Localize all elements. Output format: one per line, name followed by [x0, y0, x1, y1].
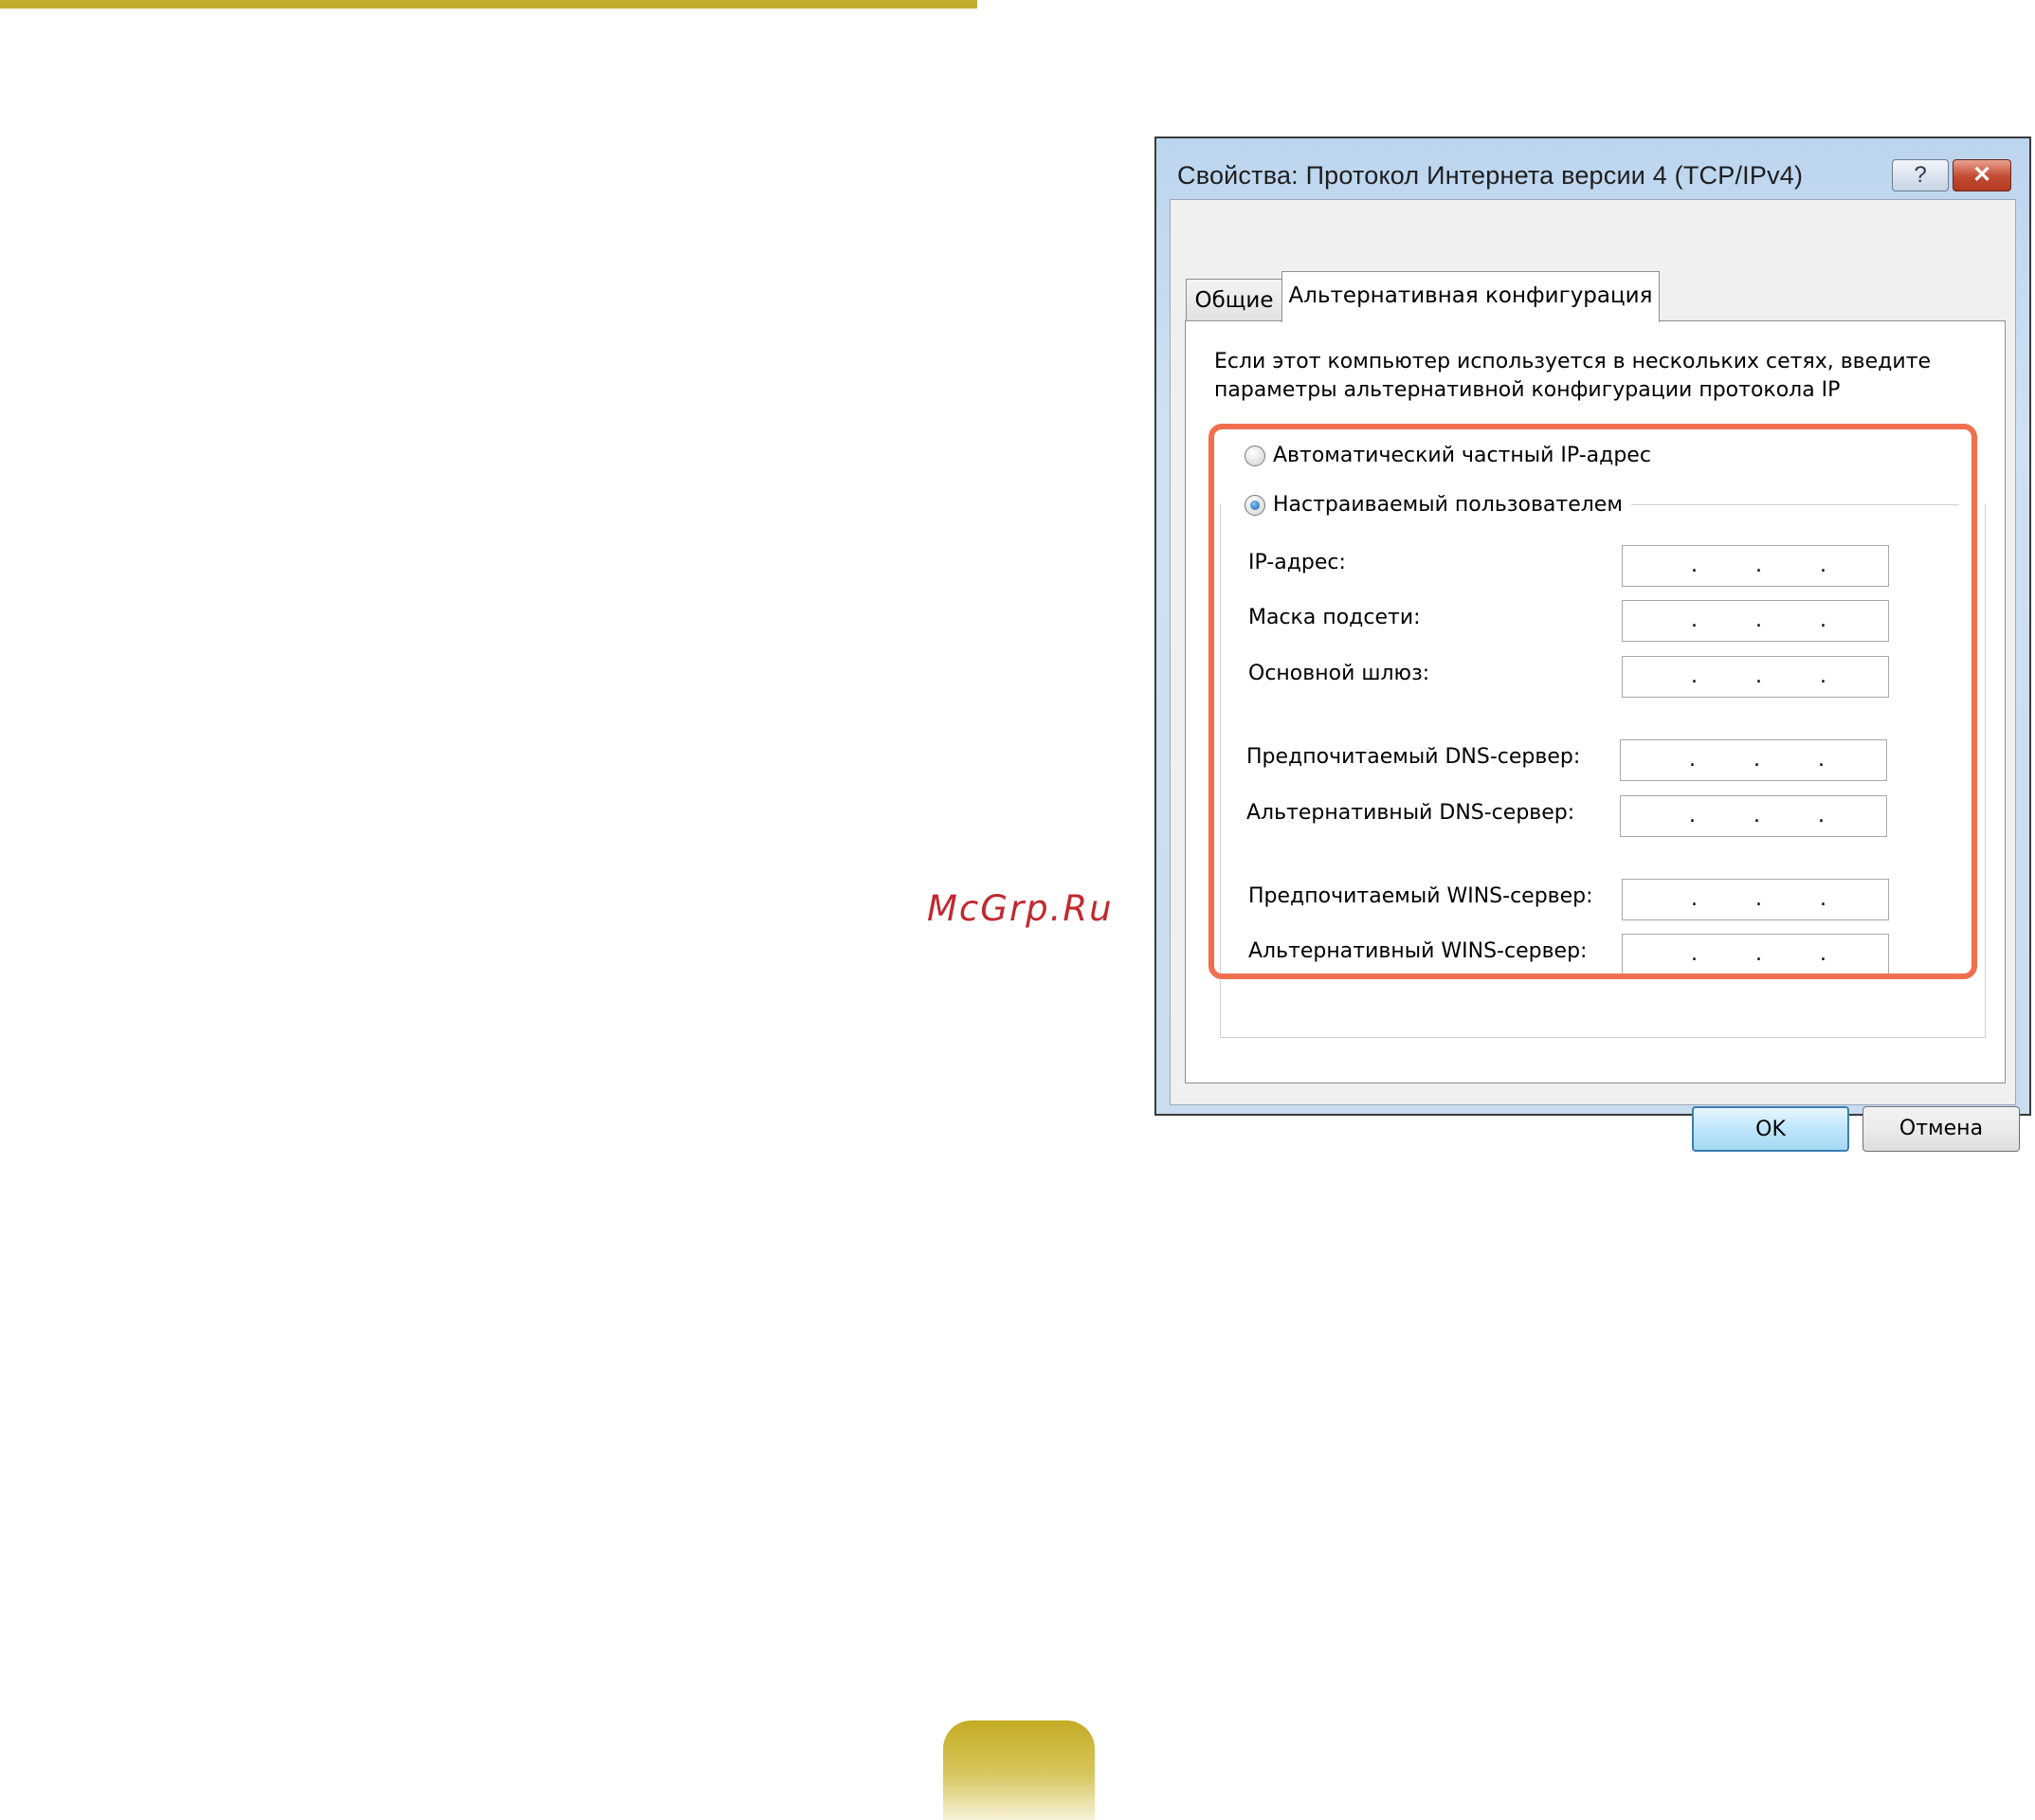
tab-alternate-configuration[interactable]: Альтернативная конфигурация: [1281, 271, 1660, 322]
top-accent-bar: [0, 0, 977, 9]
highlight-frame: [1208, 424, 1977, 979]
cancel-button[interactable]: Отмена: [1862, 1106, 2020, 1152]
ok-button[interactable]: OK: [1692, 1106, 1849, 1152]
close-button[interactable]: ✕: [1953, 159, 2011, 191]
watermark-text: McGrp.Ru: [927, 888, 1114, 929]
page-number-tab: [943, 1720, 1095, 1820]
tab-general[interactable]: Общие: [1186, 279, 1282, 320]
dialog-title: Свойства: Протокол Интернета версии 4 (T…: [1177, 161, 1804, 190]
description-line-2: параметры альтернативной конфигурации пр…: [1214, 378, 1841, 402]
description-line-1: Если этот компьютер используется в неско…: [1214, 350, 1932, 373]
help-button[interactable]: ?: [1892, 159, 1949, 191]
